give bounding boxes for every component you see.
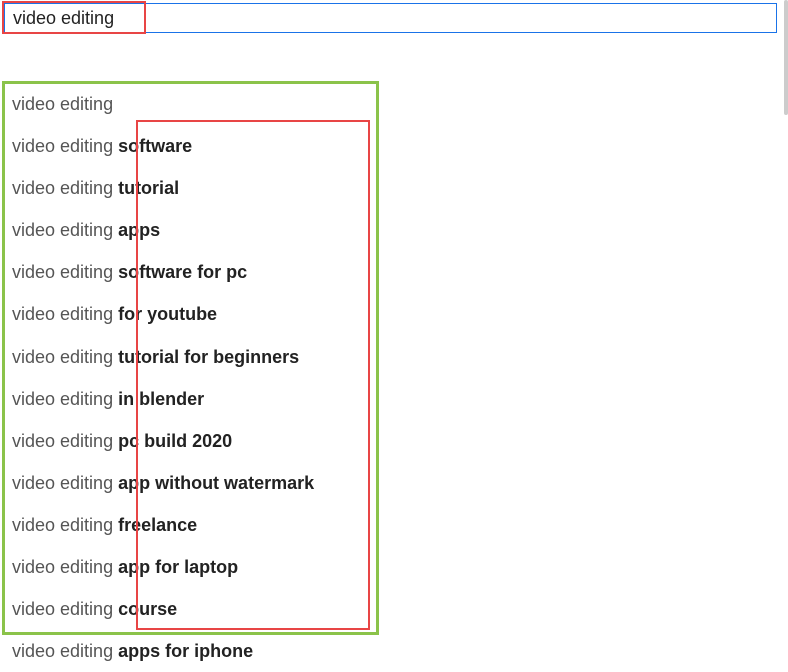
suggestion-completion: apps — [118, 220, 160, 240]
suggestion-prefix: video editing — [12, 94, 113, 114]
suggestion-prefix: video editing — [12, 178, 118, 198]
suggestion-prefix: video editing — [12, 262, 118, 282]
suggestion-item[interactable]: video editing pc build 2020 — [4, 420, 379, 462]
suggestion-completion: tutorial for beginners — [118, 347, 299, 367]
suggestion-prefix: video editing — [12, 347, 118, 367]
suggestion-item[interactable]: video editing apps — [4, 209, 379, 251]
suggestion-item[interactable]: video editing app without watermark — [4, 462, 379, 504]
suggestion-completion: software for pc — [118, 262, 247, 282]
suggestion-completion: tutorial — [118, 178, 179, 198]
suggestion-prefix: video editing — [12, 473, 118, 493]
suggestion-item[interactable]: video editing course — [4, 588, 379, 630]
suggestion-completion: apps for iphone — [118, 641, 253, 661]
suggestion-prefix: video editing — [12, 304, 118, 324]
suggestion-completion: course — [118, 599, 177, 619]
suggestion-item[interactable]: video editing software for pc — [4, 251, 379, 293]
suggestion-prefix: video editing — [12, 515, 118, 535]
scrollbar-track — [784, 0, 788, 665]
suggestion-completion: app without watermark — [118, 473, 314, 493]
suggestion-item[interactable]: video editing for youtube — [4, 293, 379, 335]
suggestion-completion: software — [118, 136, 192, 156]
suggestion-item[interactable]: video editing software — [4, 125, 379, 167]
search-input[interactable] — [4, 3, 777, 33]
suggestion-item[interactable]: video editing freelance — [4, 504, 379, 546]
scrollbar-thumb[interactable] — [784, 0, 788, 115]
suggestion-completion: pc build 2020 — [118, 431, 232, 451]
suggestion-prefix: video editing — [12, 136, 118, 156]
suggestion-item[interactable]: video editing tutorial for beginners — [4, 336, 379, 378]
suggestion-prefix: video editing — [12, 220, 118, 240]
suggestion-item[interactable]: video editing apps for iphone — [4, 630, 379, 672]
suggestions-dropdown: video editing video editing software vid… — [4, 83, 379, 672]
suggestion-item[interactable]: video editing — [4, 83, 379, 125]
suggestion-completion: for youtube — [118, 304, 217, 324]
suggestion-prefix: video editing — [12, 389, 118, 409]
suggestion-item[interactable]: video editing tutorial — [4, 167, 379, 209]
suggestion-item[interactable]: video editing in blender — [4, 378, 379, 420]
suggestion-item[interactable]: video editing app for laptop — [4, 546, 379, 588]
suggestion-prefix: video editing — [12, 599, 118, 619]
suggestion-prefix: video editing — [12, 557, 118, 577]
suggestion-prefix: video editing — [12, 431, 118, 451]
suggestion-completion: in blender — [118, 389, 204, 409]
suggestion-completion: app for laptop — [118, 557, 238, 577]
suggestion-completion: freelance — [118, 515, 197, 535]
suggestion-prefix: video editing — [12, 641, 118, 661]
